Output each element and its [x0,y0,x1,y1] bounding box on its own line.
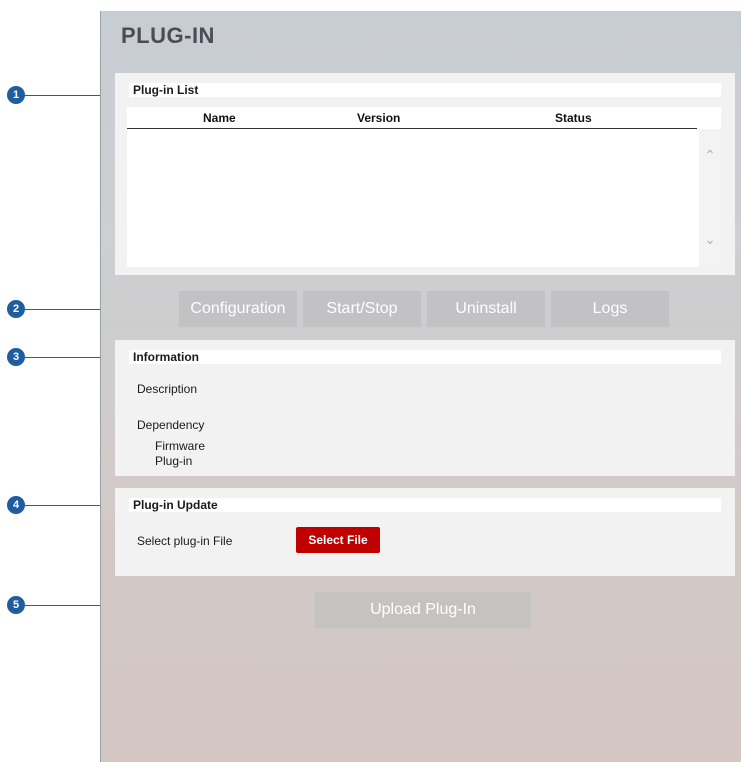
page-title: PLUG-IN [121,23,215,48]
column-status: Status [555,111,592,125]
information-heading: Information [129,350,721,364]
column-version: Version [357,111,401,125]
plugin-dependency-label: Plug-in [155,454,193,468]
uninstall-button[interactable]: Uninstall [427,291,545,327]
dependency-label: Dependency [137,418,205,432]
plugin-panel: PLUG-IN Plug-in List Name Version Status… [100,11,741,762]
start-stop-button[interactable]: Start/Stop [303,291,421,327]
information-section: Information Description Dependency Firmw… [115,340,735,476]
firmware-label: Firmware [155,439,205,453]
plugin-update-heading: Plug-in Update [129,498,721,512]
column-name: Name [203,111,236,125]
callout-badge-4: 4 [7,496,25,514]
select-file-button[interactable]: Select File [296,527,380,553]
callout-badge-3: 3 [7,348,25,366]
description-label: Description [137,382,198,396]
callout-badge-1: 1 [7,86,25,104]
callout-badge-5: 5 [7,596,25,614]
select-file-label: Select plug-in File [137,534,233,548]
plugin-list-section: Plug-in List Name Version Status ⌃ ⌄ [115,73,735,275]
upload-plugin-button[interactable]: Upload Plug-In [315,592,531,628]
configuration-button[interactable]: Configuration [179,291,297,327]
scroll-down-icon[interactable]: ⌄ [699,231,721,248]
plugin-list-body[interactable] [127,131,697,265]
plugin-action-buttons: Configuration Start/Stop Uninstall Logs [179,291,675,327]
plugin-list-header: Name Version Status [127,107,697,129]
plugin-list-heading: Plug-in List [129,83,721,97]
plugin-list-table: Name Version Status ⌃ ⌄ [127,107,721,267]
plugin-list-scrollbar[interactable]: ⌃ ⌄ [699,129,721,267]
screenshot-stage: 1 2 3 4 5 PLUG-IN Plug-in List Name Vers… [0,0,741,762]
callout-badge-2: 2 [7,300,25,318]
plugin-update-section: Plug-in Update Select plug-in File Selec… [115,488,735,576]
logs-button[interactable]: Logs [551,291,669,327]
scroll-up-icon[interactable]: ⌃ [699,147,721,164]
